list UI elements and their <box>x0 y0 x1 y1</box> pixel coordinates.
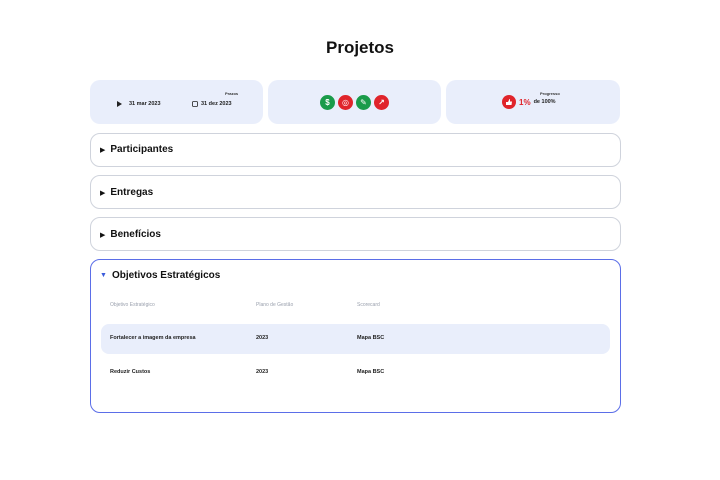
start-date: 31 mar 2023 <box>117 101 161 107</box>
progress-row: 1% de 100% <box>502 95 556 109</box>
progress-percent: 1% <box>519 97 531 107</box>
header-plan: Plano de Gestão <box>256 302 294 308</box>
deliverables-header[interactable]: ▶ Entregas <box>100 187 153 198</box>
caret-right-icon: ▶ <box>100 231 106 239</box>
trend-icon[interactable]: ↗ <box>374 95 389 110</box>
caret-down-icon: ▼ <box>100 272 107 279</box>
objectives-title: Objetivos Estratégicos <box>111 270 221 281</box>
dates-card <box>90 80 263 124</box>
benefits-section[interactable] <box>90 217 621 251</box>
row-1-scorecard: Mapa BSC <box>357 335 385 341</box>
row-1-objective: Fortalecer a imagem da empresa <box>110 335 196 341</box>
header-scorecard: Scorecard <box>357 302 380 308</box>
dollar-icon[interactable]: $ <box>320 95 335 110</box>
leaf-icon[interactable]: ✎ <box>356 95 371 110</box>
caret-right-icon: ▶ <box>100 146 106 154</box>
row-2-scorecard: Mapa BSC <box>357 369 385 375</box>
calendar-icon <box>192 101 198 107</box>
deliverables-section[interactable] <box>90 175 621 209</box>
end-date: 31 dez 2023 <box>192 101 232 107</box>
target-icon[interactable]: ◎ <box>338 95 353 110</box>
progress-total: de 100% <box>533 99 556 105</box>
benefits-header[interactable]: ▶ Benefícios <box>100 229 161 240</box>
indicator-icons: $ ◎ ✎ ↗ <box>320 95 389 110</box>
thumb-icon <box>502 95 516 109</box>
deliverables-title: Entregas <box>110 187 154 198</box>
play-icon <box>117 101 122 107</box>
benefits-title: Benefícios <box>110 229 161 240</box>
participants-title: Participantes <box>110 144 174 155</box>
participants-header[interactable]: ▶ Participantes <box>100 144 173 155</box>
end-date-text: 31 dez 2023 <box>201 101 232 107</box>
header-objective: Objetivo Estratégico <box>110 302 155 308</box>
page-title: Projetos <box>325 38 395 57</box>
objectives-header[interactable]: ▼ Objetivos Estratégicos <box>100 270 220 281</box>
row-1-plan: 2023 <box>256 335 269 341</box>
start-date-text: 31 mar 2023 <box>129 101 161 107</box>
caret-right-icon: ▶ <box>100 189 106 197</box>
row-2-objective: Reduzir Custos <box>110 369 151 375</box>
dates-label: Prazos <box>225 91 239 96</box>
row-2-plan: 2023 <box>256 369 269 375</box>
